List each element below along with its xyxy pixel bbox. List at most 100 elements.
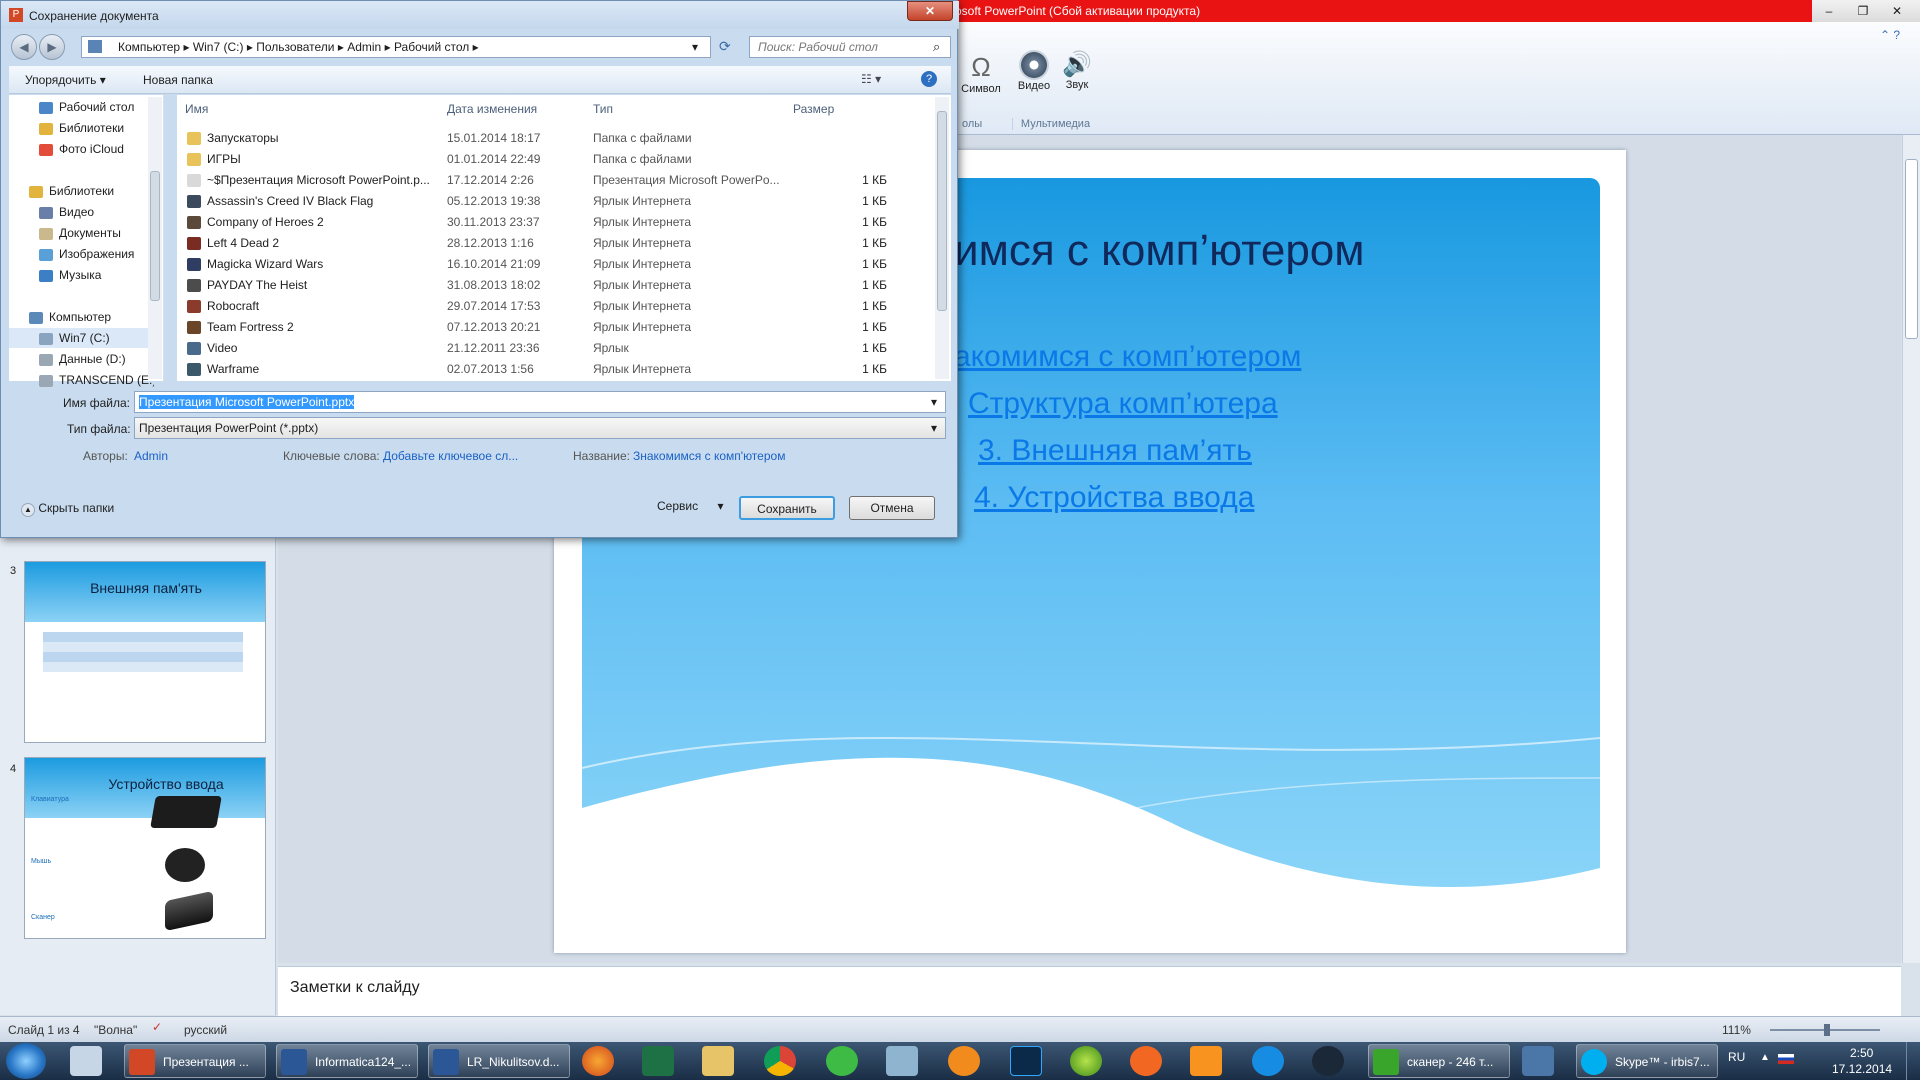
tray-arrow-icon[interactable]: ▲ <box>1760 1052 1770 1063</box>
filename-field[interactable]: Презентация Microsoft PowerPoint.pptx ▾ <box>134 391 946 413</box>
restore-icon[interactable]: ❐ <box>1846 2 1880 20</box>
slide-thumbnail-3[interactable]: Внешняя пам'ять <box>24 561 266 743</box>
language-indicator[interactable]: RU <box>1728 1050 1745 1064</box>
refresh-icon[interactable]: ⟳ <box>719 38 731 55</box>
filetype-select[interactable]: Презентация PowerPoint (*.pptx) ▾ <box>134 417 946 439</box>
zoom-slider[interactable] <box>1770 1024 1880 1036</box>
chevron-down-icon[interactable]: ▾ <box>931 392 937 412</box>
clock-date[interactable]: 17.12.2014 <box>1832 1062 1892 1076</box>
forward-button[interactable]: ▶ <box>39 34 65 60</box>
notes-pane[interactable]: Заметки к слайду <box>278 966 1901 1016</box>
close-icon[interactable]: ✕ <box>1880 2 1914 20</box>
nav-item[interactable]: Компьютер <box>9 307 154 327</box>
nav-item[interactable]: Библиотеки <box>9 118 154 138</box>
breadcrumb[interactable]: Компьютер ▸ Win7 (C:) ▸ Пользователи ▸ A… <box>81 36 711 58</box>
sound-button[interactable]: 🔊 Звук <box>1060 50 1094 91</box>
service-button[interactable]: Сервис ▾ <box>657 499 723 513</box>
excel-icon[interactable] <box>642 1046 674 1076</box>
file-row[interactable]: ИГРЫ 01.01.2014 22:49 Папка с файлами <box>177 149 937 170</box>
nav-item[interactable]: TRANSCEND (E:) <box>9 370 154 390</box>
breadcrumb-item[interactable]: Пользователи <box>256 40 334 54</box>
link-4[interactable]: 4. Устройства ввода <box>974 481 1254 515</box>
video-button[interactable]: Видео <box>1012 50 1056 92</box>
avast-icon[interactable] <box>948 1046 980 1076</box>
mail-ru-icon[interactable] <box>1252 1046 1284 1076</box>
link-2[interactable]: Структура комп’ютера <box>968 387 1278 421</box>
mail-agent-icon[interactable] <box>826 1046 858 1076</box>
symbol-button[interactable]: Ω Символ <box>960 52 1002 95</box>
column-size[interactable]: Размер <box>793 95 834 123</box>
slide-thumbnail-4[interactable]: Устройство ввода Клавиатура Мышь Сканер <box>24 757 266 939</box>
slide-title[interactable]: имся с комп’ютером <box>954 226 1365 276</box>
organize-button[interactable]: Упорядочить ▾ <box>25 73 106 87</box>
taskbar-word-1[interactable]: Informatica124_... <box>276 1044 418 1078</box>
language[interactable]: русский <box>184 1023 227 1037</box>
spellcheck-icon[interactable]: ✓ <box>152 1020 162 1034</box>
nav-item[interactable]: Рабочий стол <box>9 97 154 117</box>
breadcrumb-item[interactable]: Рабочий стол <box>394 40 469 54</box>
close-icon[interactable]: ✕ <box>907 1 953 21</box>
folder-icon[interactable] <box>702 1046 734 1076</box>
nav-item[interactable]: Фото iCloud <box>9 139 154 159</box>
hide-folders-button[interactable]: ▲ Скрыть папки <box>21 501 114 517</box>
notepad-icon[interactable] <box>886 1046 918 1076</box>
file-row[interactable]: Left 4 Dead 2 28.12.2013 1:16 Ярлык Интерн… <box>177 233 937 254</box>
firefox-icon[interactable] <box>582 1046 614 1076</box>
nav-item[interactable]: Видео <box>9 202 154 222</box>
minimize-icon[interactable]: – <box>1812 2 1846 20</box>
odnoklassniki-icon[interactable] <box>1190 1046 1222 1076</box>
vk-icon[interactable] <box>1522 1046 1554 1076</box>
scroll-thumb[interactable] <box>1905 159 1918 339</box>
scroll-thumb[interactable] <box>937 111 947 311</box>
link-3[interactable]: 3. Внешняя пам’ять <box>978 434 1252 468</box>
file-row[interactable]: Magicka Wizard Wars 16.10.2014 21:09 Ярлык… <box>177 254 937 275</box>
zoom-level[interactable]: 111% <box>1722 1023 1751 1037</box>
help-icon[interactable]: ? <box>921 71 937 87</box>
search-input[interactable]: Поиск: Рабочий стол <box>749 36 951 58</box>
new-folder-button[interactable]: Новая папка <box>143 73 213 87</box>
chevron-down-icon[interactable]: ▾ <box>931 418 937 438</box>
nav-item[interactable]: Данные (D:) <box>9 349 154 369</box>
column-date[interactable]: Дата изменения <box>447 95 537 123</box>
start-button[interactable] <box>6 1043 46 1079</box>
view-options-icon[interactable]: ☷ ▾ <box>861 72 881 86</box>
tray-flag-icon[interactable] <box>1778 1054 1794 1064</box>
list-scrollbar[interactable] <box>935 97 949 379</box>
search-icon[interactable]: ⌕ <box>933 39 940 55</box>
breadcrumb-item[interactable]: Win7 (C:) <box>193 40 244 54</box>
back-button[interactable]: ◀ <box>11 34 37 60</box>
file-row[interactable]: Запускаторы 15.01.2014 18:17 Папка с файла… <box>177 128 937 149</box>
nav-item[interactable]: Музыка <box>9 265 154 285</box>
nav-item[interactable]: Win7 (C:) <box>9 328 154 348</box>
file-row[interactable]: ~$Презентация Microsoft PowerPoint.p... 1… <box>177 170 937 191</box>
chrome-icon[interactable] <box>764 1046 796 1076</box>
file-row[interactable]: Warframe 02.07.2013 1:56 Ярлык Интернета 1 … <box>177 359 937 380</box>
photoshop-icon[interactable] <box>1010 1046 1042 1076</box>
taskbar-word-2[interactable]: LR_Nikulitsov.d... <box>428 1044 570 1078</box>
breadcrumb-item[interactable]: Компьютер <box>118 40 180 54</box>
file-row[interactable]: Company of Heroes 2 30.11.2013 23:37 Ярлык… <box>177 212 937 233</box>
authors-value[interactable]: Admin <box>134 449 168 463</box>
taskbar-powerpoint[interactable]: Презентация ... <box>124 1044 266 1078</box>
file-row[interactable]: Assassin's Creed IV Black Flag 05.12.2013… <box>177 191 937 212</box>
taskbar-skype[interactable]: Skype™ - irbis7... <box>1576 1044 1718 1078</box>
nav-item[interactable]: Документы <box>9 223 154 243</box>
link-1[interactable]: акомимся с комп’ютером <box>954 340 1301 374</box>
origin-icon[interactable] <box>1130 1046 1162 1076</box>
explorer-pin-icon[interactable] <box>70 1046 102 1076</box>
nav-item[interactable]: Библиотеки <box>9 181 154 201</box>
keywords-value[interactable]: Добавьте ключевое сл... <box>383 449 518 463</box>
nav-scrollbar[interactable] <box>148 97 162 379</box>
nav-item[interactable]: Изображения <box>9 244 154 264</box>
show-desktop-button[interactable] <box>1906 1042 1920 1080</box>
help-icon[interactable]: ⌃ ? <box>1880 28 1900 42</box>
zoom-thumb[interactable] <box>1824 1024 1830 1036</box>
file-row[interactable]: PAYDAY The Heist 31.08.2013 18:02 Ярлык Ин… <box>177 275 937 296</box>
title-value[interactable]: Знакомимся с комп'ютером <box>633 449 785 463</box>
steam-icon[interactable] <box>1312 1046 1344 1076</box>
scroll-thumb[interactable] <box>150 171 160 301</box>
chevron-down-icon[interactable]: ▾ <box>692 37 698 57</box>
file-row[interactable]: Video 21.12.2011 23:36 Ярлык 1 КБ <box>177 338 937 359</box>
file-row[interactable]: Robocraft 29.07.2014 17:53 Ярлык Интернета… <box>177 296 937 317</box>
vertical-scrollbar[interactable] <box>1902 135 1920 963</box>
